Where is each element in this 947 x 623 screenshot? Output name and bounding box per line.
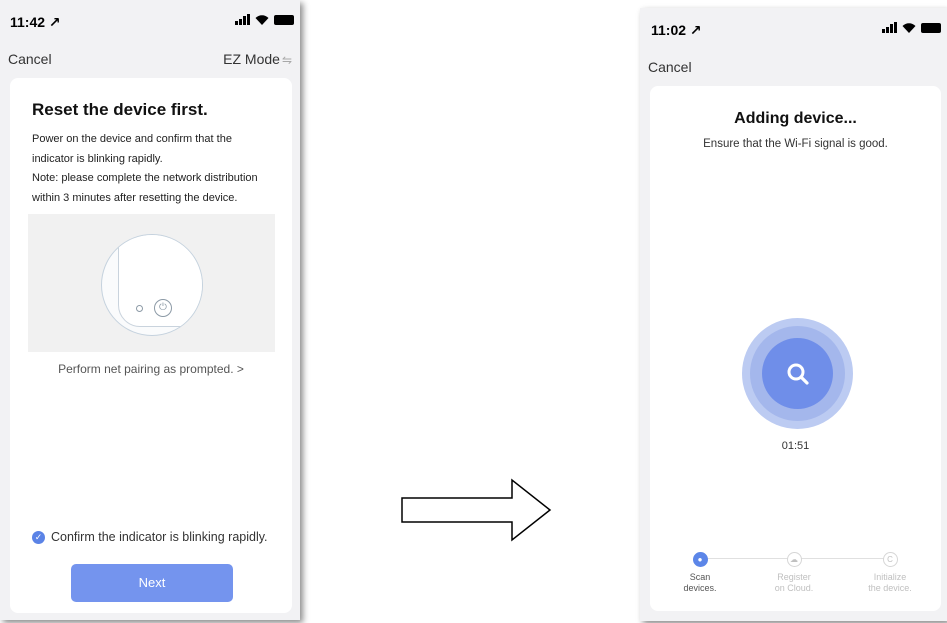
cancel-button[interactable]: Cancel [8,51,52,67]
status-icons [882,22,941,33]
adding-card: Adding device... Ensure that the Wi-Fi s… [650,86,941,611]
right-arrow-icon [401,478,552,542]
step-scan-devices: ● Scan devices. [660,552,740,594]
battery-icon [921,23,941,33]
wifi-icon [902,23,916,33]
indicator-light-icon [136,305,143,312]
status-time: 11:42 ↗ [10,14,61,30]
signal-icon [235,14,250,25]
adding-device-screen: 11:02 ↗ Cancel Adding device... Ensure t… [640,8,947,621]
scan-inner-circle [762,338,833,409]
page-title: Adding device... [734,110,857,127]
signal-icon [882,22,897,33]
search-icon [787,363,809,385]
scan-animation [742,318,853,429]
next-button[interactable]: Next [71,564,233,602]
instructions-body: Power on the device and confirm that the… [32,133,258,204]
cancel-button[interactable]: Cancel [648,59,692,75]
scan-step-icon: ● [692,552,708,567]
status-time: 11:02 ↗ [651,22,702,38]
reset-card: Reset the device first. Power on the dev… [10,78,292,613]
step-label: Register on Cloud. [774,572,814,593]
initialize-icon: C [882,552,898,567]
page-title: Reset the device first. [32,100,208,119]
page-subtitle: Ensure that the Wi-Fi signal is good. [703,138,888,150]
step-label: Scan devices. [683,572,717,593]
confirm-label: Confirm the indicator is blinking rapidl… [51,530,268,544]
battery-icon [274,15,294,25]
cloud-icon: ☁ [786,552,802,567]
checkmark-icon: ✓ [32,530,45,544]
nav-bar: Cancel EZ Mode ⇋ [0,44,300,72]
device-illustration: ⏻ [28,214,275,352]
swap-icon: ⇋ [281,53,292,67]
confirm-checkbox[interactable]: ✓ Confirm the indicator is blinking rapi… [32,530,268,544]
nav-bar: Cancel [640,52,947,80]
ez-mode-label: EZ Mode [223,51,280,67]
ez-mode-button[interactable]: EZ Mode ⇋ [223,51,292,67]
step-initialize-device: C Initialize the device. [850,552,930,594]
device-closeup: ⏻ [101,234,203,336]
power-icon: ⏻ [154,299,172,317]
status-bar: 11:42 ↗ [0,0,300,36]
wifi-icon [255,15,269,25]
step-label: Initialize the device. [868,572,912,593]
countdown-timer: 01:51 [781,440,810,452]
reset-device-screen: 11:42 ↗ Cancel EZ Mode ⇋ Reset the device… [0,0,300,620]
step-register-cloud: ☁ Register on Cloud. [754,552,834,594]
instructions-text: Power on the device and confirm that the… [32,130,272,208]
pairing-guide-link[interactable]: Perform net pairing as prompted. > [10,362,292,376]
status-icons [235,14,294,25]
status-bar: 11:02 ↗ [640,8,947,44]
